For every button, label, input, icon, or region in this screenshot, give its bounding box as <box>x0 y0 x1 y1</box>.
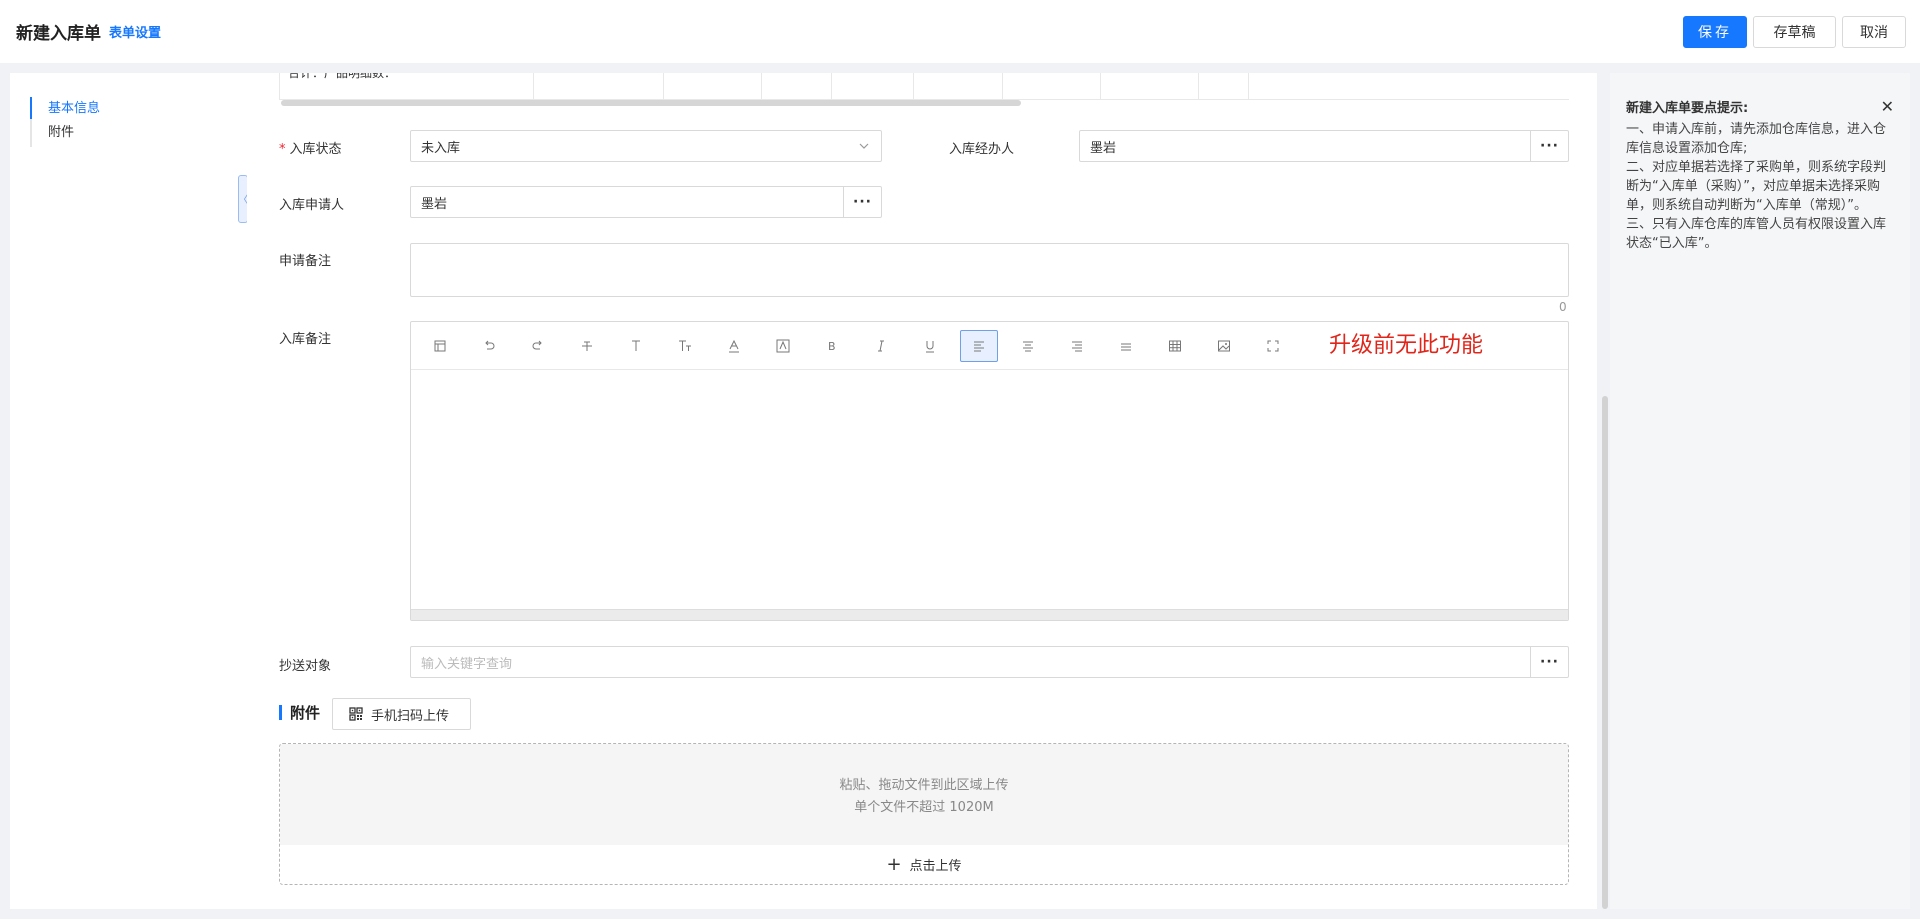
tip-line: 一、申请入库前，请先添加仓库信息，进入仓库信息设置添加仓库; <box>1626 122 1887 156</box>
save-draft-button[interactable]: 存草稿 <box>1753 16 1836 48</box>
upgrade-annotation: 升级前无此功能 <box>1329 333 1484 358</box>
more-icon[interactable]: ··· <box>1530 131 1568 161</box>
save-button[interactable]: 保存 <box>1683 16 1747 48</box>
drop-area[interactable]: 粘贴、拖动文件到此区域上传 单个文件不超过 1020M <box>280 744 1568 845</box>
rich-text-editor[interactable]: B 升级前无此功能 <box>410 321 1569 621</box>
font-color-icon[interactable] <box>715 330 753 362</box>
attachment-section-title: 附件 <box>279 702 320 723</box>
header-actions: 保存 存草稿 取消 <box>1683 16 1906 48</box>
font-size-icon[interactable] <box>617 330 655 362</box>
plus-icon: + <box>886 854 902 875</box>
apply-note-textarea[interactable] <box>410 243 1569 297</box>
handler-value: 墨岩 <box>1090 140 1117 156</box>
redo-icon[interactable] <box>519 330 557 362</box>
align-left-icon[interactable] <box>960 330 998 362</box>
click-upload-button[interactable]: + 点击上传 <box>280 845 1568 884</box>
handler-label: 入库经办人 <box>949 142 1015 157</box>
char-count: 0 <box>1559 300 1567 314</box>
table-cell <box>762 73 832 100</box>
page-header: 新建入库单 表单设置 保存 存草稿 取消 <box>0 0 1920 63</box>
cc-placeholder: 输入关键字查询 <box>421 656 513 672</box>
align-right-icon[interactable] <box>1058 330 1096 362</box>
editor-statusbar <box>411 609 1568 620</box>
page-title: 新建入库单 <box>16 24 101 44</box>
table-cell <box>1003 73 1101 100</box>
align-center-icon[interactable] <box>1009 330 1047 362</box>
table-cell: 合计：产品明细数： <box>280 73 534 100</box>
editor-toolbar: B 升级前无此功能 <box>411 322 1568 370</box>
justify-icon[interactable] <box>1107 330 1145 362</box>
bold-icon[interactable]: B <box>813 330 851 362</box>
qr-upload-button[interactable]: 手机扫码上传 <box>332 698 471 730</box>
qr-upload-label: 手机扫码上传 <box>371 708 450 724</box>
table-cell <box>534 73 664 100</box>
applicant-value: 墨岩 <box>421 196 448 212</box>
template-icon[interactable] <box>421 330 459 362</box>
status-label: * 入库状态 <box>279 142 342 157</box>
more-icon[interactable]: ··· <box>843 187 881 217</box>
product-table-footer: 合计：产品明细数： <box>279 73 1569 100</box>
tips-panel: 新建入库单要点提示: ✕ 一、申请入库前，请先添加仓库信息，进入仓库信息设置添加… <box>1610 73 1910 909</box>
table-cell <box>832 73 914 100</box>
table-horizontal-scrollbar[interactable] <box>279 99 1569 107</box>
applicant-field[interactable]: 墨岩 ··· <box>410 186 882 218</box>
qr-code-icon <box>349 707 363 721</box>
tip-line: 三、只有入库仓库的库管人员有权限设置入库状态“已入库”。 <box>1626 217 1887 251</box>
close-icon[interactable]: ✕ <box>1881 97 1894 116</box>
table-icon[interactable] <box>1156 330 1194 362</box>
file-size-limit: 单个文件不超过 1020M <box>854 799 994 815</box>
nav-item-attachment[interactable]: 附件 <box>30 122 74 144</box>
applicant-label: 入库申请人 <box>279 198 345 213</box>
svg-text:B: B <box>828 340 836 353</box>
form-setting-link[interactable]: 表单设置 <box>109 22 161 41</box>
file-dropzone[interactable]: 粘贴、拖动文件到此区域上传 单个文件不超过 1020M + 点击上传 <box>279 743 1569 885</box>
italic-icon[interactable] <box>862 330 900 362</box>
handler-field[interactable]: 墨岩 ··· <box>1079 130 1569 162</box>
drop-hint: 粘贴、拖动文件到此区域上传 <box>839 777 1009 793</box>
cancel-button[interactable]: 取消 <box>1842 16 1906 48</box>
cc-label: 抄送对象 <box>279 659 332 674</box>
fullscreen-icon[interactable] <box>1254 330 1292 362</box>
text-size-icon[interactable] <box>666 330 704 362</box>
tip-line: 二、对应单据若选择了采购单，则系统字段判断为“入库单（采购）”，对应单据未选择采… <box>1626 160 1887 213</box>
click-upload-label: 点击上传 <box>909 859 962 874</box>
nav-item-basic-info[interactable]: 基本信息 <box>30 98 100 120</box>
background-color-icon[interactable] <box>764 330 802 362</box>
cc-search-input[interactable]: 输入关键字查询 ··· <box>410 646 1569 678</box>
table-cell <box>914 73 1003 100</box>
underline-icon[interactable] <box>911 330 949 362</box>
table-cell <box>1101 73 1199 100</box>
chevron-down-icon <box>859 143 869 149</box>
table-cell <box>1199 73 1249 100</box>
tips-title: 新建入库单要点提示: <box>1626 101 1749 116</box>
section-nav: 基本信息 附件 <box>10 73 247 909</box>
apply-note-label: 申请备注 <box>279 254 332 269</box>
form-main: 合计：产品明细数： * 入库状态 未入库 入库经办人 墨岩 ··· 入库申请人 墨… <box>247 73 1597 909</box>
strikethrough-icon[interactable] <box>568 330 606 362</box>
more-icon[interactable]: ··· <box>1530 647 1568 677</box>
undo-icon[interactable] <box>470 330 508 362</box>
image-icon[interactable] <box>1205 330 1243 362</box>
status-select[interactable]: 未入库 <box>410 130 882 162</box>
stock-note-label: 入库备注 <box>279 332 332 347</box>
table-cell <box>664 73 762 100</box>
status-value: 未入库 <box>421 140 461 156</box>
page-vertical-scrollbar[interactable] <box>1602 396 1608 909</box>
